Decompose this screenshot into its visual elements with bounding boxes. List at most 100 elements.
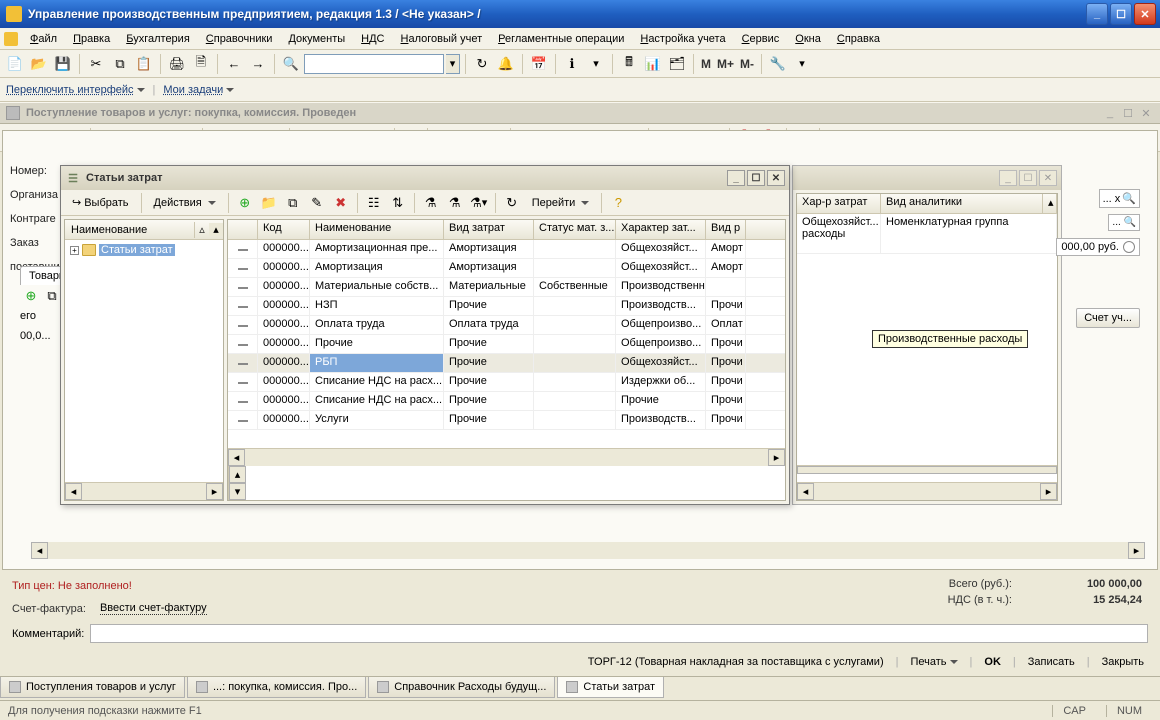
col-name[interactable]: Наименование xyxy=(310,220,444,239)
modal-actions-dropdown[interactable]: Действия xyxy=(147,193,223,213)
tree-hscroll[interactable]: ◂▸ xyxy=(65,482,223,500)
menu-accounting[interactable]: Бухгалтерия xyxy=(118,30,198,48)
tools-icon[interactable]: 🔧 xyxy=(767,53,789,75)
document-hscroll[interactable]: ◂ ▸ xyxy=(31,542,1145,559)
grid-row[interactable]: 000000...НЗППрочиеПроизводств...Прочи xyxy=(228,297,785,316)
menu-documents[interactable]: Документы xyxy=(280,30,353,48)
col-status[interactable]: Статус мат. з... xyxy=(534,220,616,239)
rpanel-minimize[interactable]: _ xyxy=(999,170,1017,186)
menu-vat[interactable]: НДС xyxy=(353,30,392,48)
copy-icon[interactable]: ⧉ xyxy=(109,53,131,75)
invoice-link[interactable]: Ввести счет-фактуру xyxy=(100,602,207,615)
menu-edit[interactable]: Правка xyxy=(65,30,118,48)
field-clear-1[interactable]: ... x 🔍 xyxy=(1099,189,1140,208)
comment-input[interactable] xyxy=(90,624,1148,643)
wintab-3[interactable]: Статьи затрат xyxy=(557,677,664,698)
my-tasks-link[interactable]: Мои задачи xyxy=(163,84,234,96)
grid-row[interactable]: 000000...ПрочиеПрочиеОбщепроизво...Прочи xyxy=(228,335,785,354)
menu-settings[interactable]: Настройка учета xyxy=(632,30,733,48)
close-button[interactable]: ✕ xyxy=(1134,3,1156,25)
modal-titlebar[interactable]: ☰ Статьи затрат _ ☐ ✕ xyxy=(61,166,789,190)
grid-vscroll[interactable]: ▴ ▾ xyxy=(228,466,245,500)
wintab-2[interactable]: Справочник Расходы будущ... xyxy=(368,677,555,698)
search-input[interactable] xyxy=(304,54,444,74)
select-button[interactable]: ↪Выбрать xyxy=(65,192,136,213)
menu-file[interactable]: Файл xyxy=(22,30,65,48)
tree-scroll-up[interactable]: ▴ xyxy=(209,223,223,236)
menu-windows[interactable]: Окна xyxy=(787,30,829,48)
move-icon[interactable]: ⇅ xyxy=(387,192,409,214)
rpanel-maximize[interactable]: ☐ xyxy=(1019,170,1037,186)
info-icon[interactable]: ℹ xyxy=(561,53,583,75)
doc-close[interactable]: ✕ xyxy=(1138,106,1154,120)
rgrid-vscroll-up[interactable] xyxy=(797,466,1057,474)
print-icon[interactable]: 🖨 xyxy=(166,53,188,75)
open-icon[interactable]: 📂 xyxy=(28,53,50,75)
calc-icon[interactable]: 🖩 xyxy=(618,53,640,75)
search-dropdown[interactable]: ▾ xyxy=(446,54,460,74)
print-preview-icon[interactable]: 🗎 xyxy=(190,53,212,75)
m-button[interactable]: M xyxy=(699,57,713,71)
magnify-icon[interactable] xyxy=(1123,241,1135,253)
hscroll-left[interactable]: ◂ xyxy=(31,542,48,559)
menu-help[interactable]: Справка xyxy=(829,30,888,48)
add-folder-icon[interactable]: 📁 xyxy=(258,192,280,214)
minimize-button[interactable]: _ xyxy=(1086,3,1108,25)
grid-row[interactable]: 000000...Амортизационная пре...Амортизац… xyxy=(228,240,785,259)
menu-tax[interactable]: Налоговый учет xyxy=(393,30,491,48)
back-icon[interactable]: ← xyxy=(223,53,245,75)
grid-row[interactable]: 000000...Списание НДС на расх...ПрочиеПр… xyxy=(228,392,785,411)
doc-maximize[interactable]: ☐ xyxy=(1120,106,1136,120)
grid-row[interactable]: 000000...УслугиПрочиеПроизводств...Прочи xyxy=(228,411,785,430)
tools-dd[interactable]: ▾ xyxy=(791,53,813,75)
menu-catalogs[interactable]: Справочники xyxy=(198,30,281,48)
help-icon[interactable]: ? xyxy=(607,192,629,214)
new-icon[interactable]: 📄 xyxy=(4,53,26,75)
calendar-icon[interactable]: 📅 xyxy=(528,53,550,75)
col-char[interactable]: Характер зат... xyxy=(616,220,706,239)
paste-icon[interactable]: 📋 xyxy=(133,53,155,75)
wintab-0[interactable]: Поступления товаров и услуг xyxy=(0,677,185,698)
grid-hscroll[interactable]: ◂▸ xyxy=(228,448,785,466)
rgrid-hscroll[interactable]: ◂▸ xyxy=(797,482,1057,500)
filter-dd[interactable]: ⚗▾ xyxy=(468,192,490,214)
mminus-button[interactable]: M- xyxy=(738,57,756,71)
account-button[interactable]: Счет уч... xyxy=(1076,308,1140,328)
field-clear-2[interactable]: ... 🔍 xyxy=(1108,214,1140,231)
search-icon[interactable]: 🔍 xyxy=(280,53,302,75)
maximize-button[interactable]: ☐ xyxy=(1110,3,1132,25)
grid-row[interactable]: 000000...АмортизацияАмортизацияОбщехозяй… xyxy=(228,259,785,278)
rcol-vid[interactable]: Вид аналитики xyxy=(881,194,1043,213)
col-mark[interactable] xyxy=(228,220,258,239)
tree-root[interactable]: + Статьи затрат xyxy=(68,243,220,257)
close-doc-button[interactable]: Закрыть xyxy=(1098,654,1148,670)
edit-icon[interactable]: ✎ xyxy=(306,192,328,214)
grid-row[interactable]: 000000...Списание НДС на расх...ПрочиеИз… xyxy=(228,373,785,392)
grid-row[interactable]: 000000...Оплата трудаОплата трудаОбщепро… xyxy=(228,316,785,335)
wintab-1[interactable]: ...: покупка, комиссия. Про... xyxy=(187,677,366,698)
filter-off-icon[interactable]: ⚗ xyxy=(444,192,466,214)
forward-icon[interactable]: → xyxy=(247,53,269,75)
right-grid-row[interactable]: Общехозяйст... расходы Номенклатурная гр… xyxy=(797,214,1057,254)
modal-minimize[interactable]: _ xyxy=(727,170,745,186)
add-icon[interactable]: ⊕ xyxy=(234,192,256,214)
info-dd[interactable]: ▾ xyxy=(585,53,607,75)
hierarchy-icon[interactable]: ☷ xyxy=(363,192,385,214)
torg-link[interactable]: ТОРГ-12 (Товарная накладная за поставщик… xyxy=(584,654,888,670)
doc-minimize[interactable]: _ xyxy=(1102,106,1118,120)
tree-header[interactable]: Наименование xyxy=(65,222,195,238)
col-vid[interactable]: Вид затрат xyxy=(444,220,534,239)
tree-icon[interactable]: 🗂 xyxy=(666,53,688,75)
switch-interface-link[interactable]: Переключить интерфейс xyxy=(6,84,145,96)
col-code[interactable]: Код xyxy=(258,220,310,239)
tree-sort-icon[interactable]: ▵ xyxy=(195,223,209,236)
menu-service[interactable]: Сервис xyxy=(734,30,788,48)
expand-icon[interactable]: + xyxy=(70,246,79,255)
ok-button[interactable]: OK xyxy=(980,654,1005,670)
copy-row-icon[interactable]: ⧉ xyxy=(43,287,61,305)
refresh-icon[interactable]: ↻ xyxy=(471,53,493,75)
add-row-icon[interactable]: ⊕ xyxy=(22,287,40,305)
rpanel-close[interactable]: ✕ xyxy=(1039,170,1057,186)
mplus-button[interactable]: M+ xyxy=(715,57,736,71)
modal-go-dropdown[interactable]: Перейти xyxy=(525,193,597,213)
